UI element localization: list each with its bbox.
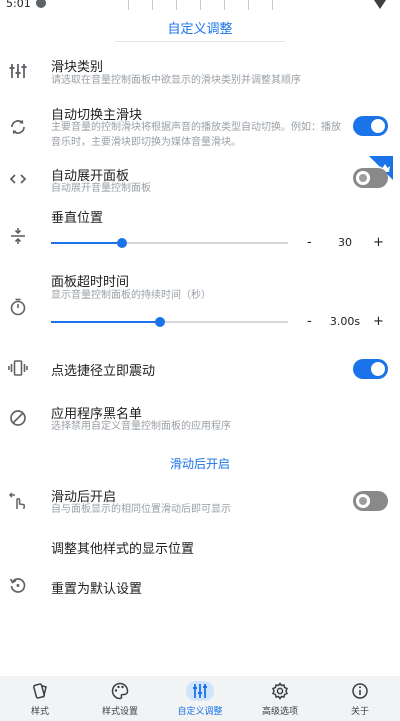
status-bar: 5:01 xyxy=(0,0,400,12)
info-icon xyxy=(350,681,370,701)
haptic-title: 点选捷径立即震动 xyxy=(51,364,156,379)
nav-label-about: 关于 xyxy=(350,707,369,717)
vertical-position-title: 垂直位置 xyxy=(51,211,104,226)
style-icon xyxy=(30,681,50,701)
block-icon xyxy=(8,408,28,428)
slider-fill xyxy=(51,242,123,244)
vertical-position-decrease-button[interactable]: - xyxy=(307,235,312,250)
toggle-knob xyxy=(356,494,370,508)
panel-timeout-decrease-button[interactable]: - xyxy=(307,314,312,329)
slider-type-desc: 请选取在音量控制面板中欲显示的滑块类别并调整其顺序 xyxy=(51,75,301,86)
section-header-swipe: 滑动后开启 xyxy=(169,457,230,471)
toggle-knob xyxy=(371,119,385,133)
auto-expand-toggle[interactable] xyxy=(353,168,388,188)
nav-item-custom-adjust[interactable]: 自定义调整 xyxy=(160,676,240,721)
toggle-knob xyxy=(356,171,370,185)
nav-label-style-settings: 样式设置 xyxy=(101,707,138,717)
code-icon xyxy=(8,169,28,189)
timer-icon xyxy=(8,297,28,317)
title-divider xyxy=(115,41,285,42)
panel-timeout-title: 面板超时时间 xyxy=(51,275,130,290)
nav-item-about[interactable]: 关于 xyxy=(320,676,400,721)
tune-icon xyxy=(186,681,214,701)
swipe-gesture-icon xyxy=(8,491,28,511)
palette-icon xyxy=(110,681,130,701)
nav-label-style: 样式 xyxy=(30,707,49,717)
slider-type-title: 滑块类别 xyxy=(51,60,104,75)
haptic-toggle[interactable] xyxy=(353,359,388,379)
vertical-position-slider[interactable] xyxy=(51,238,288,248)
nav-item-advanced[interactable]: 高级选项 xyxy=(240,676,320,721)
panel-timeout-desc: 显示音量控制面板的持续时间（秒） xyxy=(51,290,211,301)
sync-icon xyxy=(8,117,28,137)
slider-thumb[interactable] xyxy=(155,317,166,327)
swipe-open-toggle[interactable] xyxy=(353,491,388,511)
adjust-other-title: 调整其他样式的显示位置 xyxy=(51,542,195,557)
notification-icon xyxy=(36,0,46,8)
status-bar-decoration xyxy=(128,0,273,10)
swipe-open-desc: 自与面板显示的相同位置滑动后即可显示 xyxy=(51,504,231,515)
panel-timeout-slider[interactable] xyxy=(51,317,288,327)
slider-thumb[interactable] xyxy=(117,238,128,248)
wifi-icon xyxy=(374,0,386,9)
status-time: 5:01 xyxy=(6,0,31,10)
auto-switch-desc: 主要音量的控制滑块将根据声音的播放类型自动切换。例如：播放音乐时，主要滑块即切换… xyxy=(51,122,341,148)
gear-icon xyxy=(270,681,290,701)
auto-expand-desc: 自动展开音量控制面板 xyxy=(51,183,151,194)
vertical-position-increase-button[interactable]: + xyxy=(373,235,384,250)
panel-timeout-value: 3.00s xyxy=(329,315,361,328)
slider-fill xyxy=(51,321,161,323)
reset-title: 重置为默认设置 xyxy=(51,582,143,597)
blacklist-desc: 选择禁用自定义音量控制面板的应用程序 xyxy=(51,421,231,432)
nav-label-custom-adjust: 自定义调整 xyxy=(177,707,223,717)
nav-item-style[interactable]: 样式 xyxy=(0,676,80,721)
nav-item-style-settings[interactable]: 样式设置 xyxy=(80,676,160,721)
bottom-navigation: 样式 样式设置 自定义调整 高级选项 关于 xyxy=(0,676,400,721)
toggle-knob xyxy=(371,362,385,376)
nav-label-advanced: 高级选项 xyxy=(261,707,298,717)
auto-switch-toggle[interactable] xyxy=(353,116,388,136)
panel-timeout-increase-button[interactable]: + xyxy=(373,314,384,329)
vertical-align-icon xyxy=(8,226,28,246)
page-title: 自定义调整 xyxy=(167,22,233,37)
tune-icon xyxy=(8,61,28,81)
vibration-icon xyxy=(8,358,28,378)
reset-icon xyxy=(8,575,28,595)
vertical-position-value: 30 xyxy=(338,236,352,249)
